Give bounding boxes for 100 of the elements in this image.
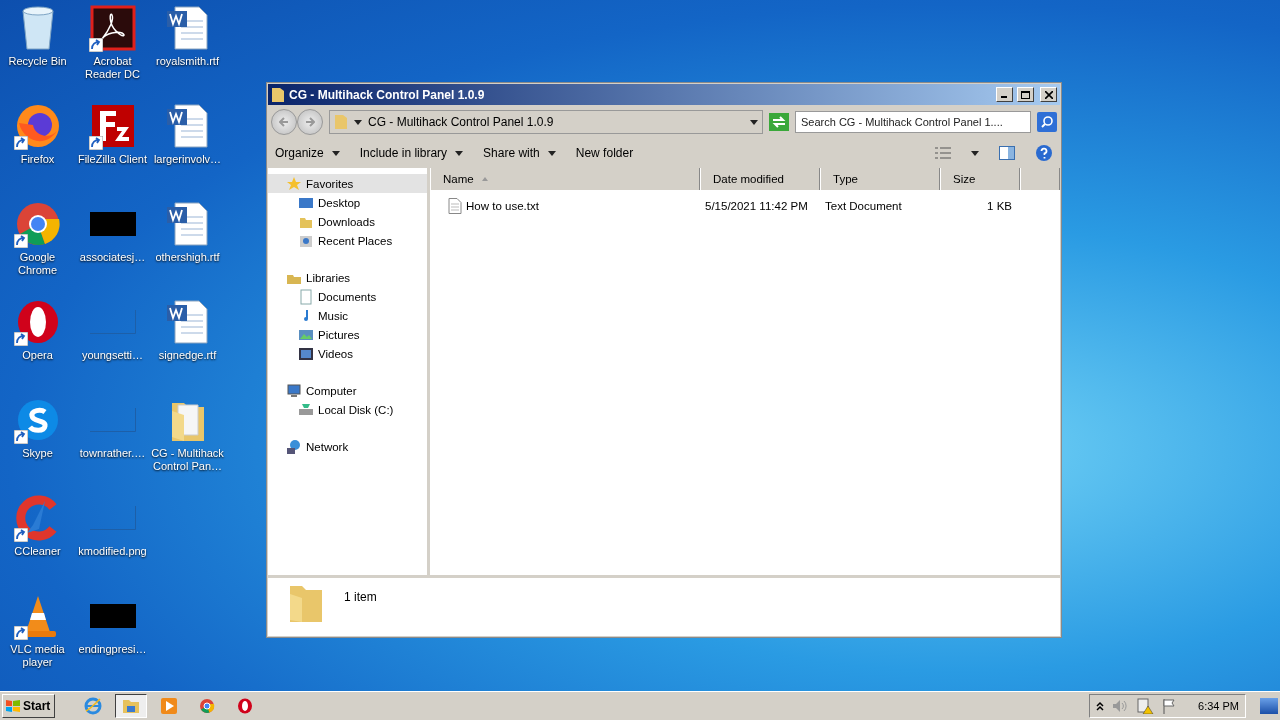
toolbar-button[interactable]: Include in library xyxy=(359,146,464,160)
table-cell: How to use.txt xyxy=(466,200,539,212)
clock[interactable]: 6:34 PM xyxy=(1198,700,1239,712)
close-button[interactable] xyxy=(1040,87,1057,102)
column-header[interactable]: Date modified xyxy=(700,168,820,190)
folder-icon[interactable] xyxy=(122,698,141,714)
filezilla-icon xyxy=(89,103,136,149)
thumbnail-icon xyxy=(89,604,136,628)
navigation-item[interactable]: Favorites xyxy=(268,174,427,193)
shortcut-arrow-icon xyxy=(13,332,28,346)
chevron-up-icon[interactable] xyxy=(1096,701,1105,711)
desktop-icon-label[interactable]: associatesj… xyxy=(75,251,150,264)
desktop-icon-label[interactable]: kmodified.png xyxy=(75,545,150,558)
desktop-icon-label[interactable]: Google Chrome xyxy=(0,251,75,277)
desktop-icon-label[interactable]: Skype xyxy=(0,447,75,460)
view-options-icon[interactable] xyxy=(935,147,951,159)
desktop-icon-label[interactable]: Firefox xyxy=(0,153,75,166)
chrome-icon[interactable] xyxy=(199,698,216,714)
help-icon[interactable] xyxy=(1035,144,1053,162)
desktop-icon-label[interactable]: Acrobat Reader DC xyxy=(75,55,150,81)
desktop-icon-label[interactable]: largerinvolv… xyxy=(150,153,225,166)
desktop-icon-label[interactable]: endingpresi… xyxy=(75,643,150,656)
word-document-icon xyxy=(164,201,211,247)
toolbar-button[interactable]: New folder xyxy=(575,146,634,160)
shortcut-arrow-icon xyxy=(13,528,28,542)
table-cell: 1 KB xyxy=(987,200,1012,212)
search-button[interactable] xyxy=(1037,112,1057,132)
desktop-icon-label[interactable]: signedge.rtf xyxy=(150,349,225,362)
flag-icon[interactable] xyxy=(1162,698,1177,714)
navigation-item[interactable]: Computer xyxy=(268,381,427,400)
network-warning-icon[interactable] xyxy=(1136,698,1155,714)
address-bar[interactable]: CG - Multihack Control Panel 1.0.9 xyxy=(329,110,763,134)
forward-button[interactable] xyxy=(297,109,323,135)
text-file-icon xyxy=(448,198,462,214)
shortcut-arrow-icon xyxy=(13,626,28,640)
maximize-button[interactable] xyxy=(1017,87,1034,102)
back-button[interactable] xyxy=(271,109,297,135)
desktop-icon-label[interactable]: Recycle Bin xyxy=(0,55,75,68)
desktop-icon-label[interactable]: CCleaner xyxy=(0,545,75,558)
computer-icon xyxy=(286,382,302,399)
minimize-button[interactable] xyxy=(996,87,1013,102)
windows-logo-icon xyxy=(5,699,21,713)
network-icon xyxy=(286,438,302,455)
refresh-icon[interactable] xyxy=(769,113,789,131)
navigation-item[interactable]: Music xyxy=(268,306,427,325)
desktop-icon-label[interactable]: royalsmith.rtf xyxy=(150,55,225,68)
chrome-icon xyxy=(14,201,61,247)
preview-pane-icon[interactable] xyxy=(999,146,1015,160)
dropdown-caret-icon xyxy=(750,119,758,125)
star-icon xyxy=(286,175,302,192)
thumbnail-icon xyxy=(89,212,136,236)
desktop-icon-label[interactable]: Opera xyxy=(0,349,75,362)
dropdown-caret-icon xyxy=(455,150,464,156)
navigation-item[interactable]: Network xyxy=(268,437,427,456)
item-count: 1 item xyxy=(344,590,377,604)
navigation-item[interactable]: Local Disk (C:) xyxy=(268,400,427,419)
toolbar-button[interactable]: Share with xyxy=(483,146,556,160)
dropdown-caret-icon xyxy=(331,150,340,156)
navigation-item[interactable]: Downloads xyxy=(268,212,427,231)
navigation-item[interactable]: Recent Places xyxy=(268,231,427,250)
media-player-icon[interactable] xyxy=(161,698,178,714)
show-desktop-button[interactable] xyxy=(1260,698,1278,714)
maximize-icon xyxy=(1021,90,1030,99)
table-cell: Text Document xyxy=(825,200,902,212)
desktop-icon-label[interactable]: FileZilla Client xyxy=(75,153,150,166)
desktop-icon-label[interactable]: townrather.… xyxy=(75,447,150,460)
internet-explorer-icon[interactable] xyxy=(84,697,103,715)
disk-drive-icon xyxy=(298,401,314,418)
dropdown-caret-icon xyxy=(354,119,362,125)
file-row[interactable]: How to use.txt 5/15/2021 11:42 PM Text Document 1 KB xyxy=(430,195,1060,217)
shortcut-arrow-icon xyxy=(88,136,103,150)
column-header[interactable]: Size xyxy=(940,168,1020,190)
shortcut-arrow-icon xyxy=(13,136,28,150)
desktop-icon-label[interactable]: VLC media player xyxy=(0,643,75,669)
word-document-icon xyxy=(164,299,211,345)
document-icon xyxy=(298,288,314,305)
start-button[interactable]: Start xyxy=(2,694,56,718)
thumbnail-icon xyxy=(89,506,136,530)
navigation-item[interactable]: Desktop xyxy=(268,193,427,212)
video-icon xyxy=(298,345,314,362)
taskbar-button[interactable] xyxy=(115,694,148,718)
back-arrow-icon xyxy=(279,117,289,127)
column-header[interactable]: Name xyxy=(430,168,700,190)
search-icon xyxy=(1041,116,1053,128)
shortcut-arrow-icon xyxy=(13,430,28,444)
navigation-item[interactable]: Videos xyxy=(268,344,427,363)
dropdown-caret-icon xyxy=(547,150,556,156)
desktop-icon-label[interactable]: othershigh.rtf xyxy=(150,251,225,264)
folder-icon xyxy=(271,86,285,103)
navigation-item[interactable]: Libraries xyxy=(268,268,427,287)
desktop-icon-label[interactable]: CG - Multihack Control Pan… xyxy=(150,447,225,473)
thumbnail-icon xyxy=(89,310,136,334)
toolbar-button[interactable]: Organize xyxy=(275,146,340,160)
column-header[interactable]: Type xyxy=(820,168,940,190)
navigation-item[interactable]: Documents xyxy=(268,287,427,306)
opera-icon[interactable] xyxy=(237,698,254,714)
search-field[interactable]: Search CG - Multihack Control Panel 1.... xyxy=(795,111,1031,133)
navigation-item[interactable]: Pictures xyxy=(268,325,427,344)
acrobat-icon xyxy=(89,5,136,51)
desktop-icon-label[interactable]: youngsetti… xyxy=(75,349,150,362)
